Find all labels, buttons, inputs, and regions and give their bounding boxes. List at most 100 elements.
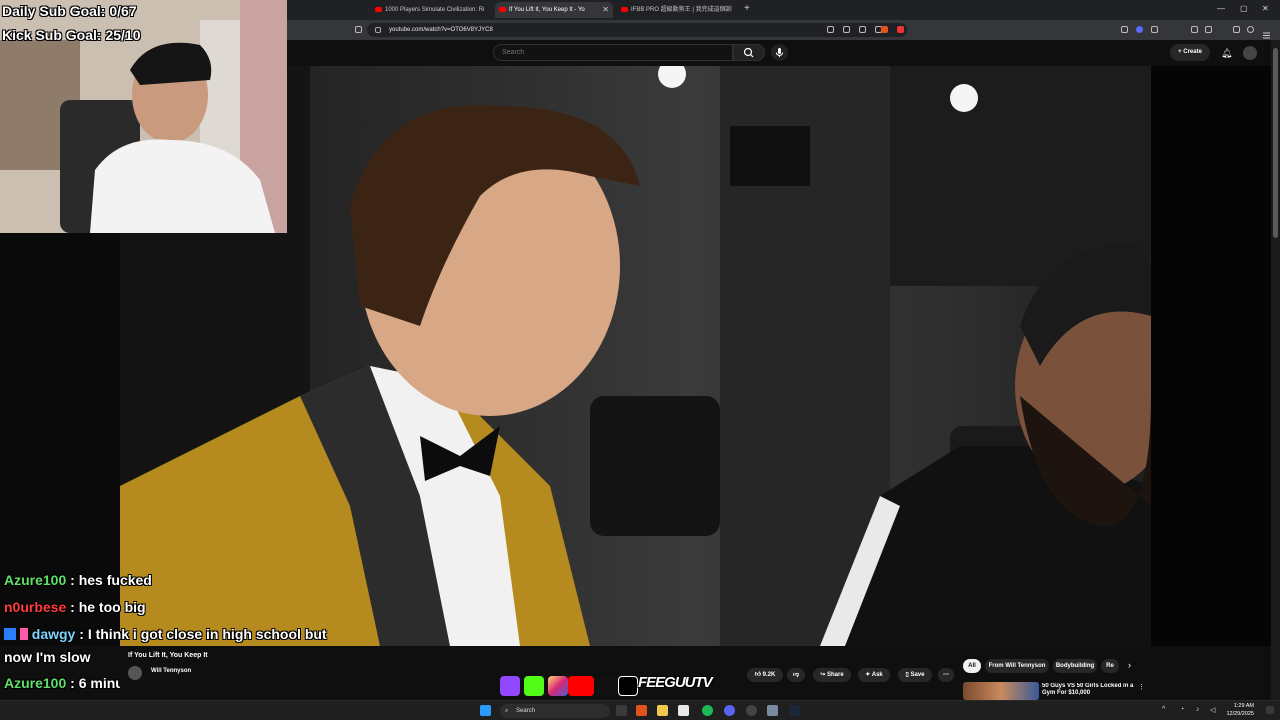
maximize-icon[interactable]: ▢	[1240, 4, 1248, 13]
tab-ifbb-pro[interactable]: IFBB PRO 超級勳狗王 | 我完成這個訓	[617, 2, 737, 18]
channel-avatar[interactable]	[128, 666, 142, 680]
social-logo-bar: FEEGUUTV	[500, 664, 716, 700]
dislike-button[interactable]: 👎︎	[787, 668, 805, 682]
chat-text: I think i got close in high school but	[87, 626, 327, 642]
scrollbar-thumb[interactable]	[1273, 48, 1278, 238]
x-icon	[618, 676, 638, 696]
tab-title: 1000 Players Simulate Civilization: Ri	[385, 7, 485, 13]
microphone-icon[interactable]: ♪	[1196, 706, 1200, 713]
like-count: 9.2K	[762, 672, 776, 678]
extension-icon[interactable]	[1136, 26, 1143, 33]
extension-icon[interactable]	[1121, 26, 1128, 33]
share-page-icon[interactable]	[859, 26, 866, 33]
minimize-icon[interactable]: —	[1217, 4, 1225, 13]
youtube-favicon-icon	[499, 7, 506, 12]
settings-gear-icon[interactable]	[767, 705, 778, 716]
chip-more[interactable]: Re	[1101, 659, 1119, 673]
clock-time: 1:29 AM	[1233, 703, 1254, 709]
browser-tab-strip: 1000 Players Simulate Civilization: Ri I…	[287, 0, 1280, 20]
address-bar[interactable]: youtube.com/watch?v=OTO6V8YJYC8	[367, 23, 907, 37]
page-scrollbar[interactable]	[1271, 40, 1280, 700]
instagram-icon	[548, 676, 568, 696]
more-actions-button[interactable]: ⋯	[938, 668, 954, 682]
site-info-icon[interactable]	[375, 27, 381, 33]
search-icon: ⌕	[505, 708, 509, 714]
search-button[interactable]	[733, 44, 765, 61]
browser-toolbar: youtube.com/watch?v=OTO6V8YJYC8	[287, 20, 1280, 40]
tab-lift-it-keep-it[interactable]: If You Lift It, You Keep It - Yo ✕	[495, 2, 613, 18]
notifications-bell-icon[interactable]: 🔔︎	[1221, 48, 1232, 59]
chip-bodybuilding[interactable]: Bodybuilding	[1053, 659, 1097, 673]
share-icon: ↪	[820, 672, 827, 678]
taskbar-search[interactable]: ⌕ Search	[500, 704, 610, 718]
spotify-icon[interactable]	[702, 705, 713, 716]
chip-from-will-tennyson[interactable]: From Will Tennyson	[985, 659, 1049, 673]
cast-icon[interactable]	[827, 26, 834, 33]
system-clock[interactable]: 1:29 AM 12/29/2025	[1226, 702, 1254, 718]
recommended-more-icon[interactable]: ⋮	[1138, 683, 1145, 691]
tiktok-icon	[596, 676, 616, 696]
streamer-brand-logo: FEEGUUTV	[638, 674, 713, 691]
brave-browser-icon[interactable]	[636, 705, 647, 716]
channel-name[interactable]: Will Tennyson	[151, 668, 191, 674]
tab-title: If You Lift It, You Keep It - Yo	[509, 7, 585, 13]
network-icon[interactable]: ◔	[1180, 706, 1184, 713]
tab-civilization[interactable]: 1000 Players Simulate Civilization: Ri	[371, 2, 491, 18]
youtube-icon	[568, 676, 594, 696]
media-icon[interactable]	[1191, 26, 1198, 33]
chat-username: n0urbese	[4, 599, 67, 615]
gift-badge-icon	[19, 628, 28, 640]
obs-icon[interactable]	[746, 705, 757, 716]
microphone-icon	[776, 48, 783, 57]
url-text: youtube.com/watch?v=OTO6V8YJYC8	[389, 27, 493, 33]
search-icon	[743, 47, 754, 58]
volume-icon[interactable]: ◁	[1210, 706, 1215, 714]
chat-message-continuation: now I'm slow	[4, 649, 91, 665]
discord-icon[interactable]	[724, 705, 735, 716]
share-button[interactable]: ↪ Share	[813, 668, 851, 682]
ask-button[interactable]: ✦ Ask	[858, 668, 890, 682]
zoom-icon[interactable]	[843, 26, 850, 33]
thumbs-up-icon: 👍︎	[754, 672, 763, 678]
file-explorer-icon[interactable]	[657, 705, 668, 716]
chat-message: n0urbese : he too big	[4, 599, 146, 615]
windows-taskbar: ⌕ Search ^ ◔ ♪ ◁ 1:29 AM 12/29/2025	[0, 700, 1280, 720]
chevron-up-icon[interactable]: ^	[1162, 706, 1165, 713]
extensions-icon[interactable]	[1151, 26, 1158, 33]
task-view-icon[interactable]	[616, 705, 627, 716]
chat-username: dawgy	[31, 626, 76, 642]
chat-username: Azure100	[4, 675, 67, 691]
save-button[interactable]: ▯ Save	[898, 668, 932, 682]
twitch-icon	[500, 676, 520, 696]
notification-center-icon[interactable]	[1266, 706, 1274, 714]
chip-all[interactable]: All	[963, 659, 981, 673]
brave-shield-icon[interactable]	[881, 26, 888, 33]
recommended-thumbnail[interactable]	[963, 682, 1039, 700]
close-window-icon[interactable]: ✕	[1262, 4, 1269, 13]
chat-text: he too big	[78, 599, 146, 615]
bookmark-icon[interactable]	[355, 26, 362, 33]
sidebar-icon[interactable]	[1205, 26, 1212, 33]
menu-icon[interactable]	[1263, 26, 1270, 39]
vpn-icon[interactable]	[1233, 26, 1240, 33]
steam-icon[interactable]	[789, 705, 800, 716]
recommended-title[interactable]: 50 Guys VS 50 Girls Locked in a Gym For …	[1042, 683, 1134, 697]
close-tab-icon[interactable]: ✕	[602, 2, 609, 18]
brave-rewards-icon[interactable]	[897, 26, 904, 33]
more-icon: ⋯	[943, 672, 949, 678]
wallet-icon[interactable]	[1247, 26, 1254, 33]
create-button[interactable]: + Create	[1170, 44, 1210, 61]
clock-date: 12/29/2025	[1226, 711, 1254, 717]
avatar[interactable]	[1243, 46, 1257, 60]
notepad-icon[interactable]	[678, 705, 689, 716]
search-input[interactable]	[493, 44, 733, 61]
video-side-pad	[1151, 66, 1271, 646]
kick-sub-goal: Kick Sub Goal: 25/10	[2, 27, 141, 43]
like-button[interactable]: 👍︎ 9.2K	[747, 668, 783, 682]
windows-start-icon[interactable]	[480, 705, 491, 716]
chat-message: dawgy : I think i got close in high scho…	[4, 626, 327, 642]
daily-sub-goal: Daily Sub Goal: 0/67	[2, 3, 137, 19]
new-tab-icon[interactable]: +	[744, 3, 750, 14]
voice-search-button[interactable]	[771, 44, 788, 61]
chevron-right-icon[interactable]: ›	[1128, 660, 1131, 670]
